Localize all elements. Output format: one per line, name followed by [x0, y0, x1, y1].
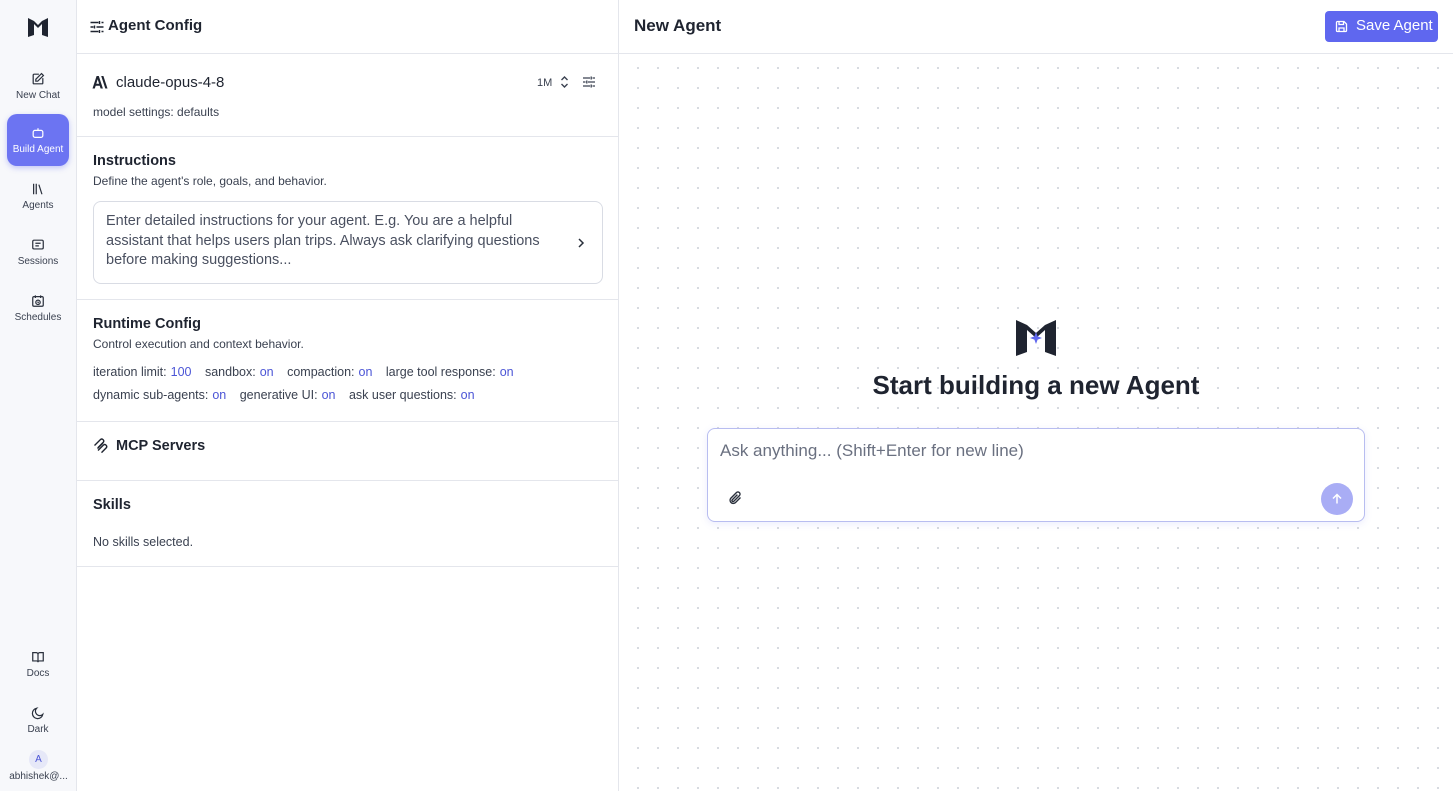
calendar-clock-icon: [32, 294, 44, 307]
edit-icon: [32, 72, 45, 84]
runtime-subtitle: Control execution and context behavior.: [93, 337, 304, 351]
nav-item-new-chat[interactable]: New Chat: [7, 60, 69, 112]
nav-item-schedules[interactable]: Schedules: [7, 282, 69, 334]
hero-title: Start building a new Agent: [872, 370, 1200, 400]
nav-item-build-agent[interactable]: Build Agent: [7, 114, 69, 166]
ask-user-questions-label: ask user questions:: [348, 388, 457, 402]
save-icon: [1335, 20, 1348, 33]
instructions-input[interactable]: Enter detailed instructions for your age…: [93, 201, 603, 284]
config-title: Agent Config: [108, 17, 203, 34]
sandbox-label: sandbox:: [204, 365, 256, 379]
theme-toggle-dark[interactable]: Dark: [7, 694, 69, 746]
nav-item-label: Sessions: [17, 255, 59, 267]
model-settings-text: model settings: defaults: [93, 105, 220, 119]
app-logo: [1016, 320, 1056, 356]
avatar[interactable]: A: [29, 750, 48, 769]
instructions-section: Instructions Define the agent's role, go…: [77, 137, 618, 300]
dynamic-sub-agents-label: dynamic sub-agents:: [93, 388, 209, 402]
config-header: Agent Config: [77, 0, 618, 54]
model-name[interactable]: claude-opus-4-8: [116, 74, 224, 91]
chat-input[interactable]: [720, 441, 1280, 461]
save-agent-button[interactable]: Save Agent: [1325, 11, 1438, 42]
generative-ui-value[interactable]: on: [322, 388, 336, 402]
nav-item-label: Dark: [27, 723, 49, 735]
runtime-title: Runtime Config: [93, 316, 201, 332]
nav-item-sessions[interactable]: Sessions: [7, 226, 69, 278]
nav-item-label: Docs: [26, 667, 50, 679]
chevron-right-icon: [578, 238, 585, 248]
bot-icon: [32, 127, 44, 138]
compaction-label: compaction:: [287, 365, 355, 379]
instructions-placeholder: Enter detailed instructions for your age…: [106, 213, 540, 268]
skills-empty-text: No skills selected.: [93, 535, 194, 549]
runtime-settings-row-1: iteration limit: 100 sandbox: on compactio…: [93, 365, 524, 379]
ask-user-questions-value[interactable]: on: [461, 388, 475, 402]
nav-item-label: Schedules: [14, 311, 62, 323]
arrow-up-icon: [1332, 493, 1342, 504]
model-section: claude-opus-4-8 1M model settings: defau…: [77, 54, 618, 137]
large-tool-response-value[interactable]: on: [500, 365, 514, 379]
nav-item-docs[interactable]: Docs: [7, 638, 69, 690]
dynamic-sub-agents-value[interactable]: on: [212, 388, 226, 402]
anthropic-icon: [92, 76, 108, 89]
nav-item-label: Build Agent: [12, 143, 64, 155]
context-window-badge: 1M: [537, 77, 553, 89]
send-button[interactable]: [1321, 483, 1353, 515]
mcp-servers-title: MCP Servers: [116, 438, 206, 454]
skills-title: Skills: [93, 497, 131, 513]
moon-icon: [31, 706, 44, 719]
sliders-icon: [90, 21, 104, 33]
user-name: abhishek@...: [9, 771, 68, 782]
instructions-subtitle: Define the agent's role, goals, and beha…: [93, 174, 327, 188]
nav-item-label: Agents: [22, 199, 54, 211]
main-header: New Agent Save Agent: [619, 0, 1453, 54]
nav-item-agents[interactable]: Agents: [7, 170, 69, 222]
chat-composer: [707, 428, 1365, 522]
mcp-servers-section[interactable]: MCP Servers: [77, 422, 618, 481]
message-square-icon: [32, 239, 44, 250]
mcp-icon: [94, 438, 108, 454]
runtime-config-section: Runtime Config Control execution and con…: [77, 300, 618, 422]
agent-config-panel: Agent Config claude-opus-4-8 1M model se…: [77, 0, 619, 791]
large-tool-response-label: large tool response:: [385, 365, 496, 379]
page-title: New Agent: [634, 16, 722, 35]
skills-section: Skills No skills selected.: [77, 481, 618, 567]
chevrons-up-down-icon[interactable]: [558, 75, 571, 89]
paperclip-icon[interactable]: [728, 490, 743, 506]
iteration-limit-value[interactable]: 100: [171, 365, 192, 379]
book-open-icon: [32, 651, 44, 662]
save-agent-label: Save Agent: [1356, 17, 1433, 34]
nav-rail: New Chat Build Agent Agents Sessions Sch…: [0, 0, 77, 791]
sandbox-value[interactable]: on: [260, 365, 274, 379]
library-icon: [33, 183, 43, 194]
instructions-title: Instructions: [93, 153, 176, 169]
agent-canvas: New Agent Save Agent Start building a ne…: [619, 0, 1453, 791]
runtime-settings-row-2: dynamic sub-agents: on generative UI: on a…: [93, 388, 485, 402]
iteration-limit-label: iteration limit:: [93, 365, 167, 379]
compaction-value[interactable]: on: [359, 365, 373, 379]
model-settings-icon[interactable]: [582, 75, 596, 89]
generative-ui-label: generative UI:: [239, 388, 318, 402]
nav-item-label: New Chat: [16, 89, 60, 101]
app-logo[interactable]: [27, 16, 49, 38]
